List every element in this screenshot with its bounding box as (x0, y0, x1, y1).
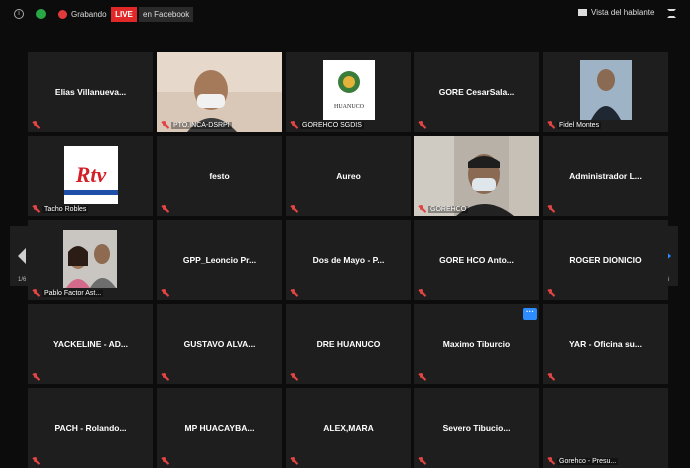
participant-tile[interactable]: GORE CesarSala... (414, 52, 539, 132)
muted-mic-icon (161, 205, 169, 213)
participant-video-label: Pablo Factor Ast... (42, 290, 104, 297)
participant-tile[interactable]: GPP_Leoncio Pr... (157, 220, 282, 300)
participant-name: GORE CesarSala... (438, 87, 515, 97)
participant-name: Administrador L... (569, 171, 642, 181)
muted-mic-icon (418, 373, 426, 381)
participant-tile[interactable]: PTO.INCA-DSRPI (157, 52, 282, 132)
rtv-logo-text: Rtv (75, 162, 107, 187)
muted-mic-icon (161, 457, 169, 465)
info-icon[interactable]: i (14, 9, 24, 19)
participant-video-label: GOREHCO (428, 206, 469, 213)
muted-mic-icon (161, 121, 169, 129)
speaker-view-button[interactable]: Vista del hablante (578, 8, 654, 17)
participant-name: YAR - Oficina su... (569, 339, 642, 349)
participant-tile[interactable]: ROGER DIONICIO (543, 220, 668, 300)
participant-tile[interactable]: Maximo Tiburcio ··· (414, 304, 539, 384)
muted-mic-icon (547, 121, 555, 129)
participant-tile[interactable]: GUSTAVO ALVA... (157, 304, 282, 384)
participant-name: GORE HCO Anto... (439, 255, 514, 265)
muted-mic-icon (161, 373, 169, 381)
muted-mic-icon (418, 457, 426, 465)
recording-label: Grabando (71, 10, 107, 19)
participant-tile[interactable]: Fidel Montes (543, 52, 668, 132)
muted-mic-icon (290, 289, 298, 297)
participant-name: Severo Tibucio... (442, 423, 511, 433)
muted-mic-icon (161, 289, 169, 297)
participant-video: HUANUCO (286, 52, 411, 132)
more-options-icon[interactable]: ··· (523, 308, 537, 320)
participant-tile[interactable]: MP HUACAYBA... (157, 388, 282, 468)
participant-name: Aureo (336, 171, 361, 181)
participant-video (543, 52, 668, 132)
participant-tile[interactable]: ALEX,MARA (286, 388, 411, 468)
participant-tile[interactable]: Administrador L... (543, 136, 668, 216)
participant-video-label: PTO.INCA-DSRPI (171, 122, 232, 129)
participant-tile[interactable]: HUANUCO GOREHCO SGDIS (286, 52, 411, 132)
muted-mic-icon (418, 205, 426, 213)
participant-tile[interactable]: Dos de Mayo - P... (286, 220, 411, 300)
participant-tile[interactable]: Severo Tibucio... (414, 388, 539, 468)
participant-name: YACKELINE - AD... (53, 339, 128, 349)
muted-mic-icon (32, 289, 40, 297)
muted-mic-icon (547, 205, 555, 213)
muted-mic-icon (290, 121, 298, 129)
participant-tile[interactable]: Gorehco - Presu... (543, 388, 668, 468)
muted-mic-icon (290, 457, 298, 465)
participant-name: GPP_Leoncio Pr... (182, 255, 257, 265)
muted-mic-icon (547, 457, 555, 465)
muted-mic-icon (547, 289, 555, 297)
participant-name: GUSTAVO ALVA... (183, 339, 256, 349)
muted-mic-icon (547, 373, 555, 381)
participant-tile[interactable]: Elias Villanueva... (28, 52, 153, 132)
participant-tile[interactable]: Pablo Factor Ast... (28, 220, 153, 300)
participant-video (157, 52, 282, 132)
speaker-view-label: Vista del hablante (591, 8, 655, 17)
participant-video-label: Tacho Robles (42, 206, 89, 213)
participant-video-label: Gorehco - Presu... (557, 458, 619, 465)
participant-tile[interactable]: festo (157, 136, 282, 216)
participant-tile[interactable]: GORE HCO Anto... (414, 220, 539, 300)
muted-mic-icon (418, 121, 426, 129)
participant-name: Dos de Mayo - P... (312, 255, 385, 265)
participant-video: Rtv (28, 136, 153, 216)
participant-tile[interactable]: PACH - Rolando... (28, 388, 153, 468)
participant-name: DRE HUANUCO (316, 339, 381, 349)
muted-mic-icon (290, 205, 298, 213)
muted-mic-icon (32, 205, 40, 213)
page-indicator-left: 1/6 (18, 277, 27, 283)
facebook-stream-label[interactable]: en Facebook (139, 7, 194, 22)
fullscreen-icon[interactable] (667, 9, 676, 18)
participant-name: ROGER DIONICIO (569, 255, 642, 265)
muted-mic-icon (32, 457, 40, 465)
meeting-top-bar: i Grabando LIVE en Facebook Vista del ha… (0, 0, 690, 28)
speaker-view-icon (578, 9, 587, 17)
participant-name: PACH - Rolando... (54, 423, 127, 433)
participant-tile[interactable]: YAR - Oficina su... (543, 304, 668, 384)
participant-tile[interactable]: GOREHCO (414, 136, 539, 216)
participant-video (414, 136, 539, 216)
participant-name: Elias Villanueva... (54, 87, 127, 97)
participant-name: ALEX,MARA (323, 423, 374, 433)
participant-tile[interactable]: Rtv Tacho Robles (28, 136, 153, 216)
participant-tile[interactable]: Aureo (286, 136, 411, 216)
huanuco-logo-text: HUANUCO (334, 104, 365, 110)
muted-mic-icon (418, 289, 426, 297)
participant-video (28, 220, 153, 300)
participant-name: MP HUACAYBA... (184, 423, 255, 433)
participant-video-label: GOREHCO SGDIS (300, 122, 364, 129)
participant-tile[interactable]: DRE HUANUCO (286, 304, 411, 384)
muted-mic-icon (290, 373, 298, 381)
shield-icon[interactable] (36, 9, 46, 19)
recording-icon (58, 10, 67, 19)
muted-mic-icon (32, 121, 40, 129)
live-badge[interactable]: LIVE (111, 7, 137, 22)
participant-video-label: Fidel Montes (557, 122, 602, 129)
participant-tile[interactable]: YACKELINE - AD... (28, 304, 153, 384)
muted-mic-icon (32, 373, 40, 381)
participant-name: Maximo Tiburcio (442, 339, 511, 349)
participant-name: festo (209, 171, 230, 181)
